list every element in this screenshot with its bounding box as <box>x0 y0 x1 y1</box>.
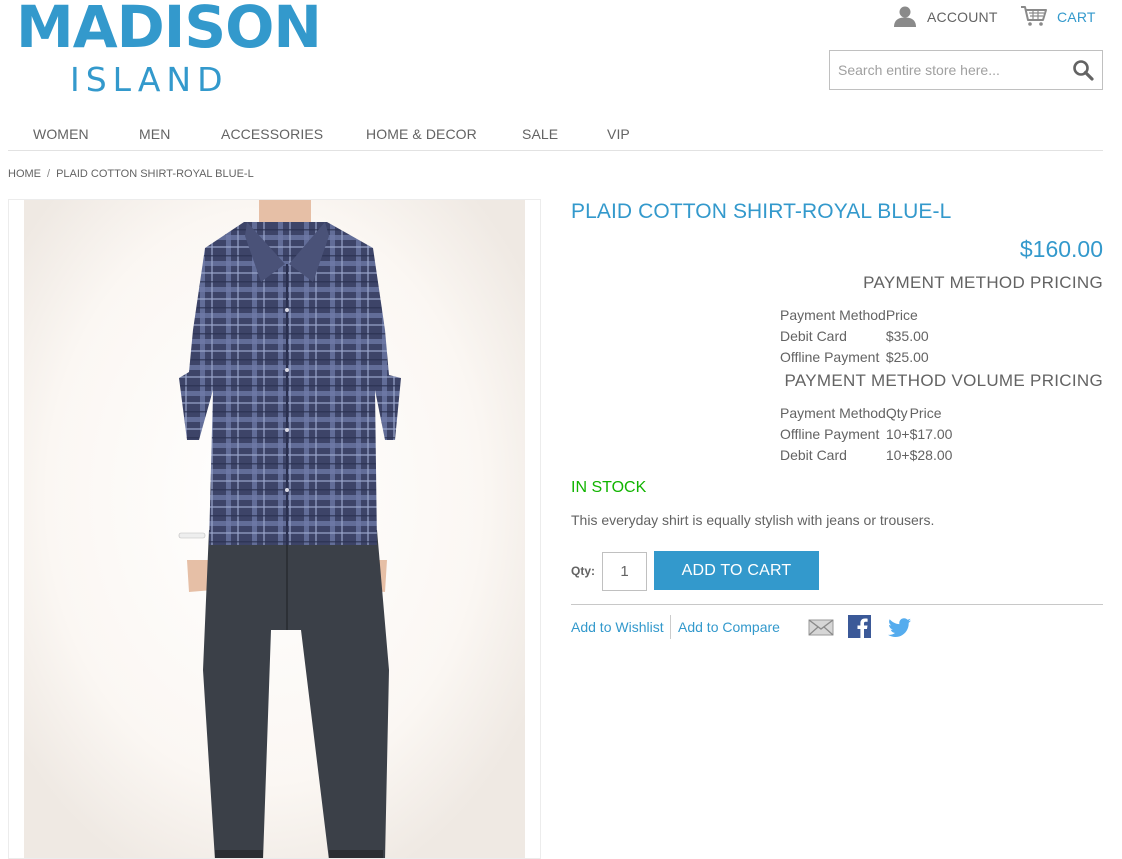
facebook-share-icon[interactable] <box>847 614 873 640</box>
price-cell: $35.00 <box>885 327 929 344</box>
column-header-payment-method: Payment Method <box>780 306 886 323</box>
payment-method-pricing-title: PAYMENT METHOD PRICING <box>863 273 1103 292</box>
payment-method-cell: Offline Payment <box>780 425 880 442</box>
table-row: Debit Card 10+ $28.00 <box>780 444 952 465</box>
logo-sub-text: ISLAND <box>70 60 229 99</box>
column-header-price: Price <box>909 404 942 421</box>
column-header-price: Price <box>885 306 918 323</box>
twitter-share-icon[interactable] <box>887 614 913 640</box>
cart-icon <box>1020 5 1048 30</box>
payment-method-cell: Debit Card <box>780 327 847 344</box>
column-header-qty: Qty <box>885 404 908 421</box>
add-to-compare-link[interactable]: Add to Compare <box>678 619 780 635</box>
add-to-wishlist-link[interactable]: Add to Wishlist <box>571 619 664 635</box>
breadcrumb: HOME / PLAID COTTON SHIRT-ROYAL BLUE-L <box>8 168 254 180</box>
nav-item-men[interactable]: MEN <box>139 126 170 142</box>
link-separator <box>670 615 671 639</box>
table-header-row: Payment Method Qty Price <box>780 402 952 423</box>
table-header-row: Payment Method Price <box>780 304 929 325</box>
search-box <box>829 50 1103 90</box>
breadcrumb-separator: / <box>47 168 51 180</box>
account-link[interactable]: ACCOUNT <box>893 6 998 28</box>
stock-status: IN STOCK <box>571 479 647 496</box>
search-input[interactable] <box>830 51 1066 89</box>
nav-item-vip[interactable]: VIP <box>607 126 630 142</box>
column-header-payment-method: Payment Method <box>780 404 886 421</box>
product-image[interactable] <box>8 199 541 859</box>
main-nav: WOMEN MEN ACCESSORIES HOME & DECOR SALE … <box>8 118 1103 151</box>
nav-item-accessories[interactable]: ACCESSORIES <box>221 126 323 142</box>
payment-method-pricing-table: Payment Method Price Debit Card $35.00 Of… <box>780 304 929 367</box>
product-title: PLAID COTTON SHIRT-ROYAL BLUE-L <box>571 200 952 223</box>
nav-item-home-decor[interactable]: HOME & DECOR <box>366 126 477 142</box>
table-row: Debit Card $35.00 <box>780 325 929 346</box>
price-cell: $28.00 <box>909 446 953 463</box>
cart-label: CART <box>1057 9 1096 25</box>
breadcrumb-current: PLAID COTTON SHIRT-ROYAL BLUE-L <box>56 168 254 180</box>
payment-method-cell: Debit Card <box>780 446 847 463</box>
payment-method-volume-pricing-title: PAYMENT METHOD VOLUME PRICING <box>784 371 1103 390</box>
qty-label: Qty: <box>571 564 595 578</box>
product-description: This everyday shirt is equally stylish w… <box>571 512 935 528</box>
account-label: ACCOUNT <box>927 9 998 25</box>
add-to-cart-button[interactable]: ADD TO CART <box>654 551 819 590</box>
price-cell: $17.00 <box>909 425 953 442</box>
nav-item-sale[interactable]: SALE <box>522 126 558 142</box>
qty-cell: 10+ <box>885 425 910 442</box>
qty-input[interactable] <box>602 552 647 591</box>
table-row: Offline Payment 10+ $17.00 <box>780 423 952 444</box>
product-price: $160.00 <box>1019 236 1103 262</box>
store-logo[interactable]: MADISON ISLAND <box>16 0 322 100</box>
search-icon[interactable] <box>1072 59 1094 81</box>
cart-link[interactable]: CART <box>1020 5 1096 30</box>
logo-main-text: MADISON <box>16 0 322 61</box>
breadcrumb-home[interactable]: HOME <box>8 168 41 180</box>
product-photo <box>24 200 525 858</box>
divider <box>571 604 1103 605</box>
payment-method-volume-pricing-table: Payment Method Qty Price Offline Payment 1… <box>780 402 952 465</box>
account-icon <box>893 5 917 30</box>
price-cell: $25.00 <box>885 348 929 365</box>
email-share-icon[interactable] <box>808 614 834 640</box>
payment-method-cell: Offline Payment <box>780 348 880 365</box>
qty-cell: 10+ <box>885 446 910 463</box>
nav-item-women[interactable]: WOMEN <box>33 126 89 142</box>
table-row: Offline Payment $25.00 <box>780 346 929 367</box>
